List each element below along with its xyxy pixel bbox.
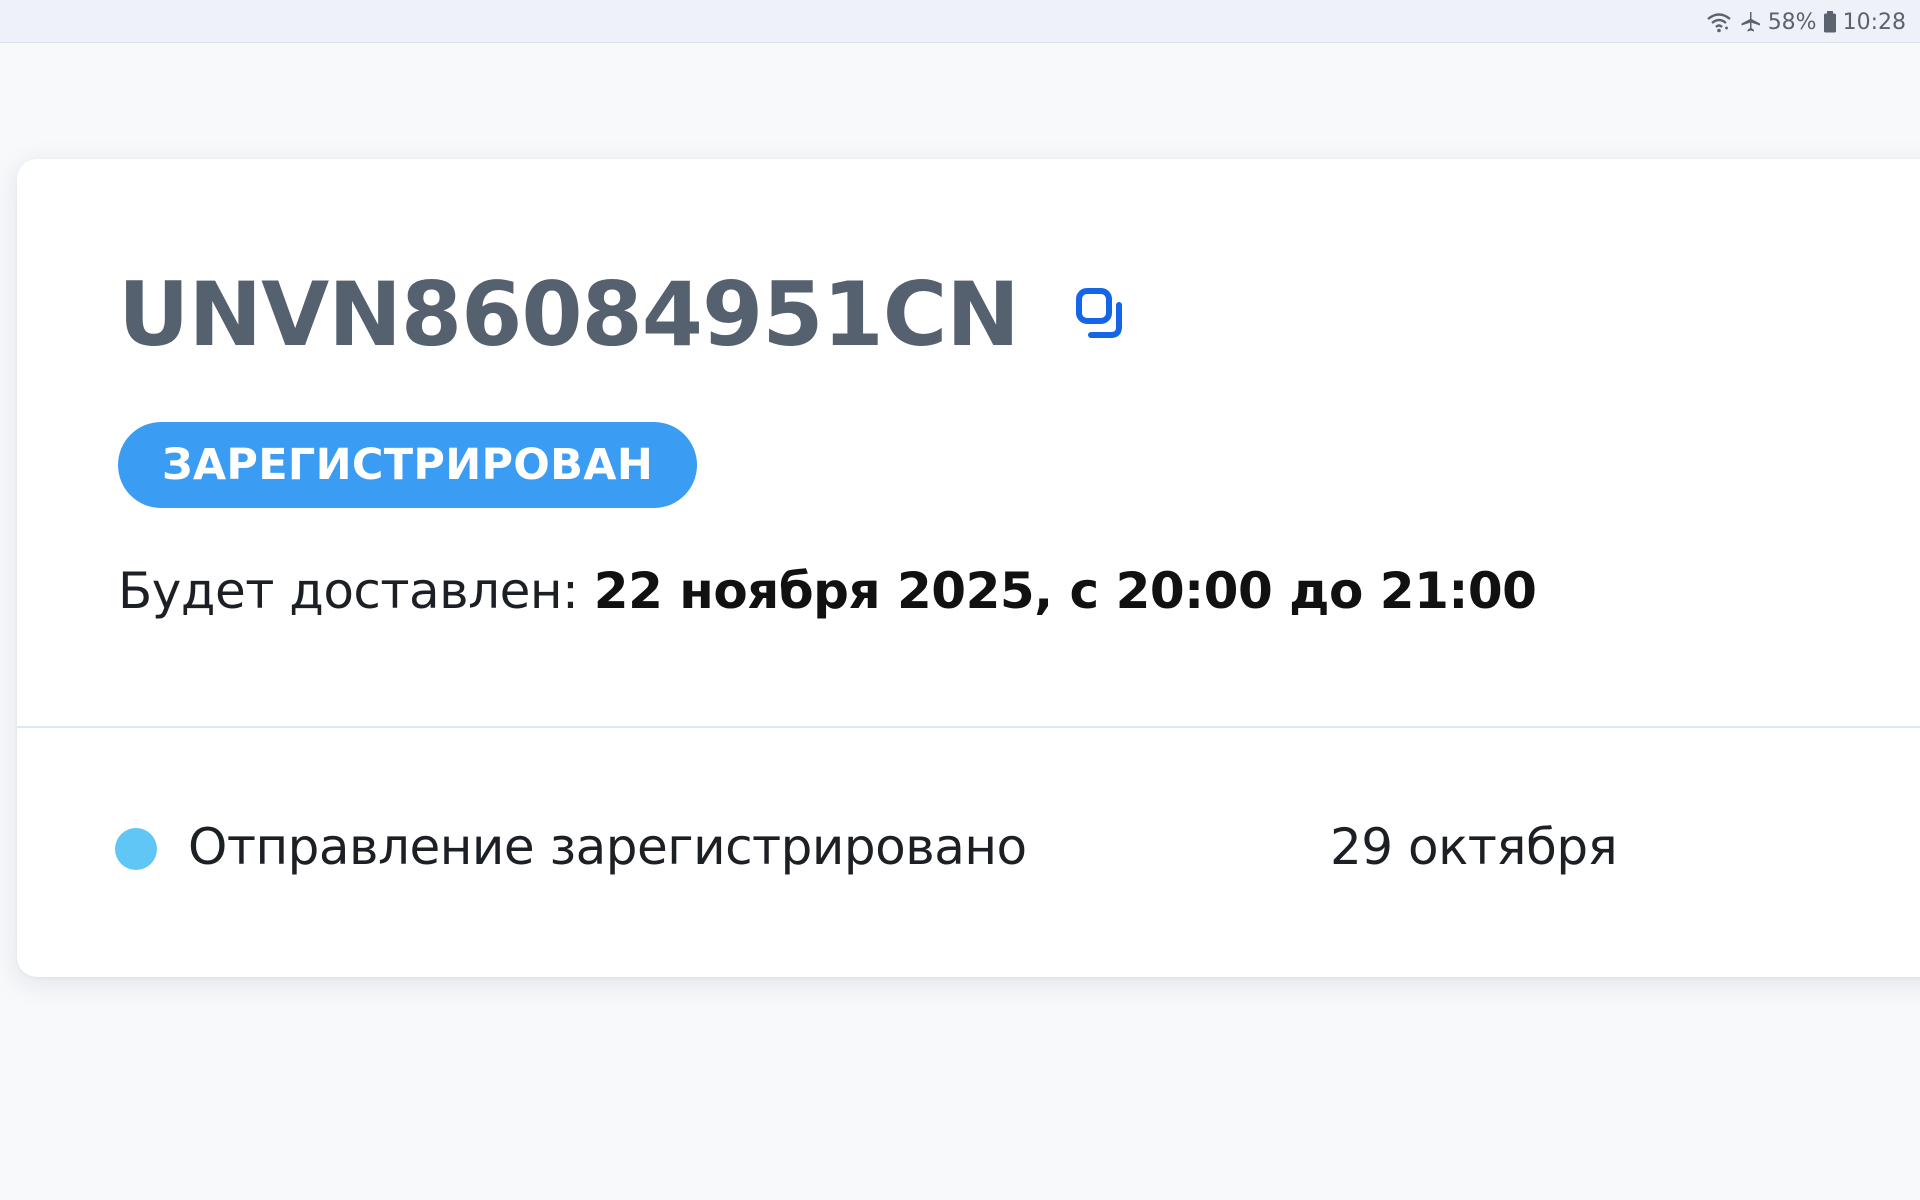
copy-icon bbox=[1075, 287, 1127, 344]
delivery-value: 22 ноября 2025, с 20:00 до 21:00 bbox=[593, 562, 1537, 620]
tracking-row: UNVN86084951CN bbox=[118, 271, 1129, 359]
tracking-number: UNVN86084951CN bbox=[118, 263, 1020, 366]
status-indicators: 58% 10:28 bbox=[1706, 8, 1906, 36]
wifi-icon bbox=[1706, 11, 1732, 33]
event-date: 29 октября bbox=[1330, 818, 1618, 876]
battery-percent: 58% bbox=[1767, 9, 1817, 35]
battery-icon bbox=[1823, 10, 1837, 34]
divider bbox=[17, 726, 1920, 728]
clock: 10:28 bbox=[1842, 9, 1906, 35]
event-description: Отправление зарегистрировано bbox=[188, 818, 1027, 876]
status-bar: 58% 10:28 bbox=[0, 0, 1920, 43]
airplane-mode-icon bbox=[1738, 10, 1762, 34]
event-status-dot bbox=[115, 828, 157, 870]
delivery-estimate: Будет доставлен: 22 ноября 2025, с 20:00… bbox=[118, 562, 1537, 620]
tracking-event: Отправление зарегистрировано 29 октября bbox=[115, 815, 1618, 885]
delivery-label: Будет доставлен: bbox=[118, 562, 594, 620]
copy-button[interactable] bbox=[1073, 287, 1129, 343]
shipment-card: UNVN86084951CN ЗАРЕГИСТРИРОВАН Будет дос… bbox=[17, 159, 1920, 977]
status-badge: ЗАРЕГИСТРИРОВАН bbox=[118, 422, 698, 508]
